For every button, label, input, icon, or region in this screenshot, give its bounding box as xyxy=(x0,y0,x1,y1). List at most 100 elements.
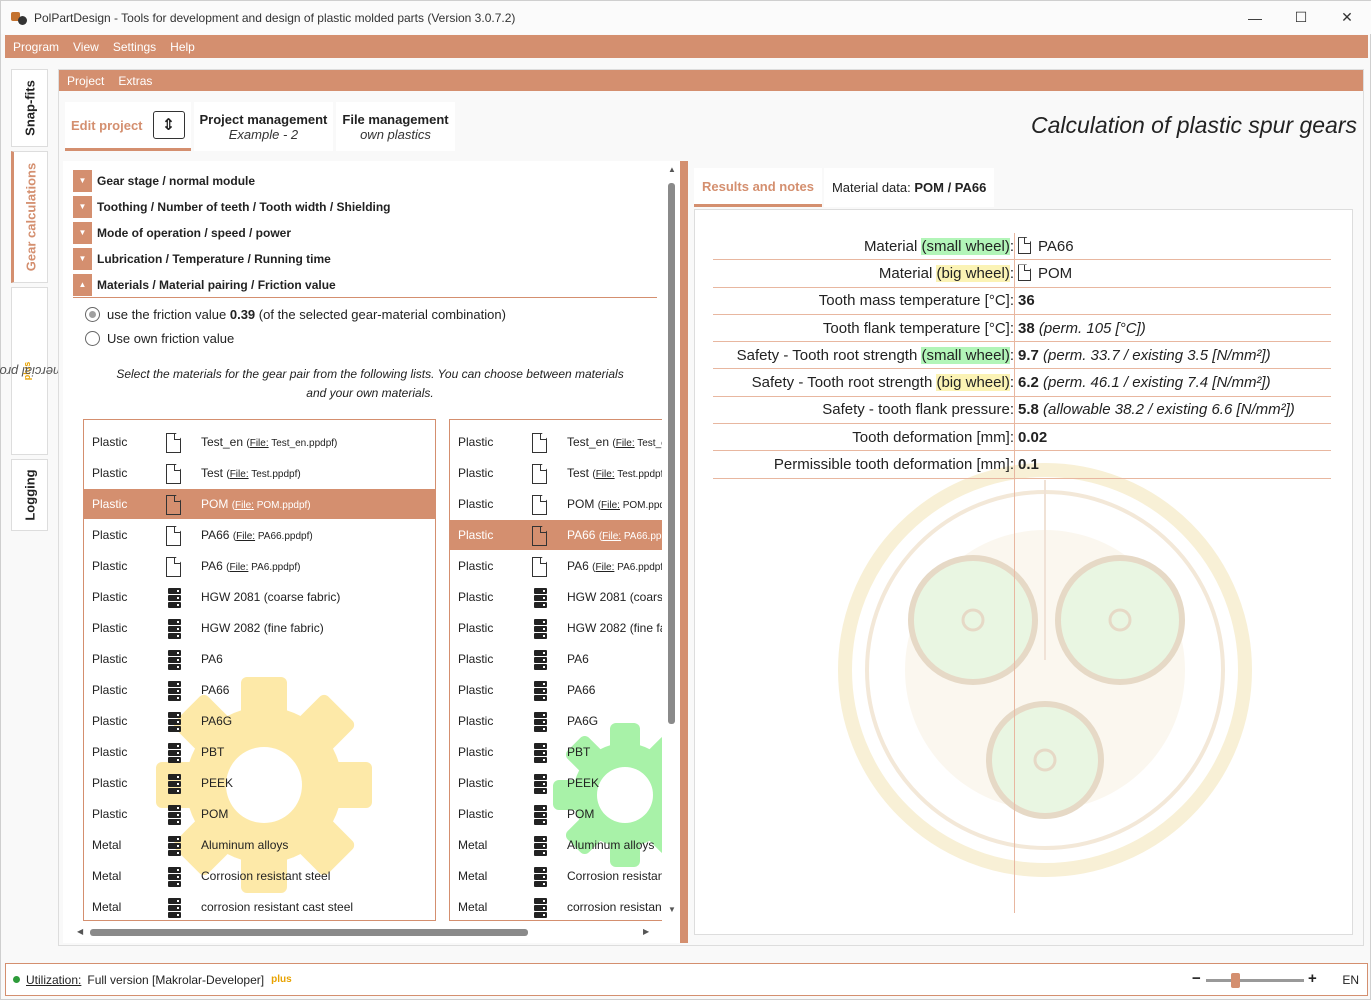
tab-file-management[interactable]: File management own plastics xyxy=(336,102,455,151)
list-item[interactable]: Plastic POM xyxy=(84,799,435,829)
submenu-extras[interactable]: Extras xyxy=(118,74,152,88)
radio-button[interactable] xyxy=(85,331,100,346)
tab-material-data[interactable]: Material data: POM / PA66 xyxy=(823,168,995,207)
result-row: Safety - Tooth root strength (big wheel)… xyxy=(713,369,1331,397)
accordion-gear-stage[interactable]: ▼ Gear stage / normal module xyxy=(73,169,402,192)
scroll-left-icon[interactable]: ◀ xyxy=(77,927,83,936)
list-item[interactable]: Plastic Test_en (File: Test_en.ppdpf) xyxy=(450,427,662,457)
scroll-right-icon[interactable]: ▶ xyxy=(643,927,649,936)
sub-menu-bar: Project Extras xyxy=(59,70,1363,91)
item-category: Plastic xyxy=(92,776,128,790)
accordion-materials[interactable]: ▲ Materials / Material pairing / Friction… xyxy=(73,273,402,296)
scroll-thumb[interactable] xyxy=(668,183,675,724)
list-item[interactable]: Plastic PBT xyxy=(84,737,435,767)
item-category: Plastic xyxy=(92,714,128,728)
scroll-thumb[interactable] xyxy=(90,929,528,936)
minimize-button[interactable]: — xyxy=(1232,1,1278,34)
list-item[interactable]: Plastic PA66 (File: PA66.ppdpf) xyxy=(450,520,662,550)
list-item[interactable]: Metal Aluminum alloys xyxy=(84,830,435,860)
sidetab-logging[interactable]: Logging xyxy=(11,459,48,531)
radio-own-friction[interactable]: Use own friction value xyxy=(85,331,234,346)
language-selector[interactable]: EN xyxy=(1342,973,1359,987)
sidetab-gear-calculations[interactable]: Gear calculations xyxy=(11,151,48,283)
list-item[interactable]: Plastic Test (File: Test.ppdpf) xyxy=(84,458,435,488)
list-item[interactable]: Plastic PA6 (File: PA6.ppdpf) xyxy=(84,551,435,581)
maximize-button[interactable]: ☐ xyxy=(1278,1,1324,34)
scroll-up-icon[interactable]: ▲ xyxy=(668,165,676,174)
list-item[interactable]: Metal Corrosion resistant steel xyxy=(84,861,435,891)
list-item[interactable]: Plastic PEEK xyxy=(84,768,435,798)
menu-program[interactable]: Program xyxy=(13,40,59,54)
list-item[interactable]: Plastic PA66 xyxy=(450,675,662,705)
item-file: (File: POM.ppdpf) xyxy=(597,500,662,511)
close-button[interactable]: ✕ xyxy=(1324,1,1370,34)
vertical-scrollbar[interactable]: ▲ ▼ xyxy=(665,161,678,921)
list-item[interactable]: Plastic PA6 xyxy=(450,644,662,674)
sort-arrows-icon[interactable]: ⇕ xyxy=(152,111,185,139)
menu-help[interactable]: Help xyxy=(170,40,195,54)
pane-splitter[interactable] xyxy=(680,161,688,943)
list-item[interactable]: Plastic HGW 2081 (coarse fabric) xyxy=(84,582,435,612)
menu-view[interactable]: View xyxy=(73,40,99,54)
item-file: (File: PA66.ppdpf) xyxy=(598,531,662,542)
submenu-project[interactable]: Project xyxy=(67,74,104,88)
item-category: Plastic xyxy=(458,435,494,449)
list-item[interactable]: Plastic Test (File: Test.ppdpf) xyxy=(450,458,662,488)
list-item[interactable]: Plastic Test_en (File: Test_en.ppdpf) xyxy=(84,427,435,457)
side-tabs: Snap-fits Gear calculations Commercial p… xyxy=(0,69,91,539)
item-name: POM (File: POM.ppdpf) xyxy=(567,497,662,511)
list-item[interactable]: Plastic PA6G xyxy=(84,706,435,736)
material-list-big-wheel[interactable]: PlasticTest_en (File: Test_en.ppdpf)Plas… xyxy=(449,419,662,921)
zoom-handle[interactable] xyxy=(1231,973,1240,988)
item-name: PA6 xyxy=(201,652,223,666)
item-category: Metal xyxy=(92,838,122,852)
item-category: Plastic xyxy=(92,466,128,480)
item-category: Metal xyxy=(92,869,122,883)
tab-edit-project[interactable]: Edit project ⇕ xyxy=(65,102,191,151)
accordion-toothing[interactable]: ▼ Toothing / Number of teeth / Tooth widt… xyxy=(73,195,402,218)
zoom-slider[interactable]: − + xyxy=(1192,970,1319,988)
zoom-out-button[interactable]: − xyxy=(1192,970,1201,987)
list-item[interactable]: Plastic PBT xyxy=(450,737,662,767)
list-item[interactable]: Metal Aluminum alloys xyxy=(450,830,662,860)
list-item[interactable]: Plastic PA66 xyxy=(84,675,435,705)
list-item[interactable]: Plastic PA6G xyxy=(450,706,662,736)
list-item[interactable]: Metal corrosion resistant cast steel xyxy=(450,892,662,920)
list-item[interactable]: Plastic PEEK xyxy=(450,768,662,798)
item-category: Plastic xyxy=(458,590,494,604)
scroll-down-icon[interactable]: ▼ xyxy=(668,905,676,914)
list-item[interactable]: Plastic POM xyxy=(450,799,662,829)
tab-results-and-notes[interactable]: Results and notes xyxy=(694,168,822,207)
zoom-in-button[interactable]: + xyxy=(1308,970,1317,987)
item-name: corrosion resistant cast steel xyxy=(201,900,354,914)
list-item[interactable]: Plastic POM (File: POM.ppdpf) xyxy=(450,489,662,519)
radio-selected-friction[interactable]: use the friction value 0.39 (of the sele… xyxy=(85,307,506,322)
list-item[interactable]: Plastic HGW 2082 (fine fabric) xyxy=(450,613,662,643)
sidetab-snapfits[interactable]: Snap-fits xyxy=(11,69,48,147)
utilization-link[interactable]: Utilization: xyxy=(26,973,81,987)
list-item[interactable]: Metal Corrosion resistant steel xyxy=(450,861,662,891)
sidetab-commercial-products[interactable]: Commercial products plus xyxy=(0,287,91,455)
material-list-small-wheel[interactable]: Plastic Test_en (File: Test_en.ppdpf) Plas… xyxy=(83,419,436,921)
results-table: Material (small wheel): PA66 Material (b… xyxy=(713,233,1331,479)
item-file: (File: PA66.ppdpf) xyxy=(232,531,313,542)
results-box: Material (small wheel): PA66 Material (b… xyxy=(694,209,1353,935)
list-item[interactable]: Plastic PA6 xyxy=(84,644,435,674)
item-file: (File: Test_en.ppdpf) xyxy=(246,438,338,449)
list-item[interactable]: Plastic PA6 (File: PA6.ppdpf) xyxy=(450,551,662,581)
radio-button[interactable] xyxy=(85,307,100,322)
database-icon xyxy=(166,712,184,732)
list-item[interactable]: Plastic PA66 (File: PA66.ppdpf) xyxy=(84,520,435,550)
menu-settings[interactable]: Settings xyxy=(113,40,156,54)
item-category: Metal xyxy=(92,900,122,914)
accordion-lubrication[interactable]: ▼ Lubrication / Temperature / Running tim… xyxy=(73,247,402,270)
tab-project-management[interactable]: Project management Example - 2 xyxy=(193,102,334,151)
horizontal-scrollbar[interactable]: ◀ ▶ xyxy=(73,921,658,941)
list-item[interactable]: Plastic HGW 2082 (fine fabric) xyxy=(84,613,435,643)
list-item[interactable]: Plastic HGW 2081 (coarse fabric) xyxy=(450,582,662,612)
list-item[interactable]: Plastic POM (File: POM.ppdpf) xyxy=(84,489,435,519)
list-item[interactable]: Metal corrosion resistant cast steel xyxy=(84,892,435,920)
accordion-mode-of-operation[interactable]: ▼ Mode of operation / speed / power xyxy=(73,221,402,244)
item-file: (File: Test.ppdpf) xyxy=(226,469,301,480)
app-window: PolPartDesign - Tools for development an… xyxy=(0,0,1371,1000)
